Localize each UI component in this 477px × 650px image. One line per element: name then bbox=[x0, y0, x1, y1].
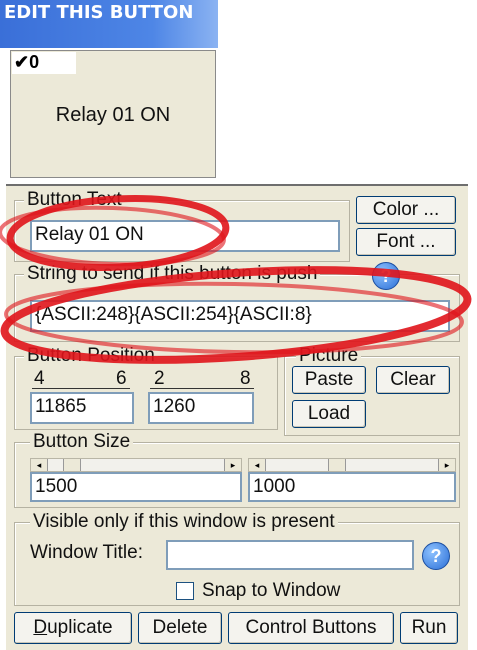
snap-to-window-label: Snap to Window bbox=[202, 580, 341, 601]
snap-to-window-checkbox[interactable] bbox=[176, 582, 194, 600]
help-icon[interactable]: ? bbox=[372, 262, 400, 290]
paste-picture-button[interactable]: Paste bbox=[292, 366, 366, 394]
height-scroll-thumb[interactable] bbox=[328, 459, 346, 471]
delete-button[interactable]: Delete bbox=[138, 612, 222, 644]
width-scroll-thumb[interactable] bbox=[63, 459, 81, 471]
string-to-send-input[interactable]: {ASCII:248}{ASCII:254}{ASCII:8} bbox=[30, 300, 450, 332]
control-buttons-button[interactable]: Control Buttons bbox=[228, 612, 394, 644]
preview-check-label: 0 bbox=[29, 52, 40, 72]
window-title-input[interactable] bbox=[166, 540, 414, 570]
preview-button-label: Relay 01 ON bbox=[55, 104, 171, 126]
position-y-input[interactable]: 1260 bbox=[148, 392, 254, 424]
window-title-label: Window Title: bbox=[30, 542, 143, 563]
button-text-input[interactable]: Relay 01 ON bbox=[30, 220, 340, 252]
scroll-right-icon[interactable]: ▸ bbox=[224, 459, 241, 471]
preview-checkbox[interactable]: ✔0 bbox=[12, 52, 76, 74]
button-height-input[interactable]: 1000 bbox=[248, 472, 456, 502]
scroll-left-icon[interactable]: ◂ bbox=[31, 459, 48, 471]
string-to-send-legend: String to send if this button is push bbox=[24, 264, 321, 284]
clear-picture-button[interactable]: Clear bbox=[376, 366, 450, 394]
scroll-right-icon[interactable]: ▸ bbox=[438, 459, 455, 471]
button-position-legend: Button Position bbox=[24, 346, 158, 366]
position-y-tick-low: 2 bbox=[154, 368, 165, 389]
color-button[interactable]: Color ... bbox=[356, 196, 456, 224]
visibility-legend: Visible only if this window is present bbox=[30, 512, 338, 532]
width-scrollbar[interactable]: ◂ ▸ bbox=[30, 458, 242, 472]
check-mark-icon: ✔ bbox=[14, 52, 30, 72]
height-scrollbar[interactable]: ◂ ▸ bbox=[248, 458, 456, 472]
help-icon[interactable]: ? bbox=[422, 542, 450, 570]
position-x-input[interactable]: 11865 bbox=[30, 392, 134, 424]
load-picture-button[interactable]: Load bbox=[292, 400, 366, 428]
position-y-ruler bbox=[150, 388, 254, 389]
position-x-ruler bbox=[32, 388, 130, 389]
window-title: EDIT THIS BUTTON bbox=[0, 0, 218, 48]
position-y-tick-high: 8 bbox=[240, 368, 251, 389]
button-text-legend: Button Text bbox=[24, 190, 125, 210]
scroll-left-icon[interactable]: ◂ bbox=[249, 459, 266, 471]
position-x-tick-low: 4 bbox=[34, 368, 45, 389]
font-button[interactable]: Font ... bbox=[356, 228, 456, 256]
duplicate-button[interactable]: Duplicate bbox=[14, 612, 132, 644]
button-size-legend: Button Size bbox=[30, 432, 134, 452]
picture-legend: Picture bbox=[296, 346, 362, 366]
position-x-tick-high: 6 bbox=[116, 368, 127, 389]
button-width-input[interactable]: 1500 bbox=[30, 472, 242, 502]
run-button[interactable]: Run bbox=[400, 612, 458, 644]
